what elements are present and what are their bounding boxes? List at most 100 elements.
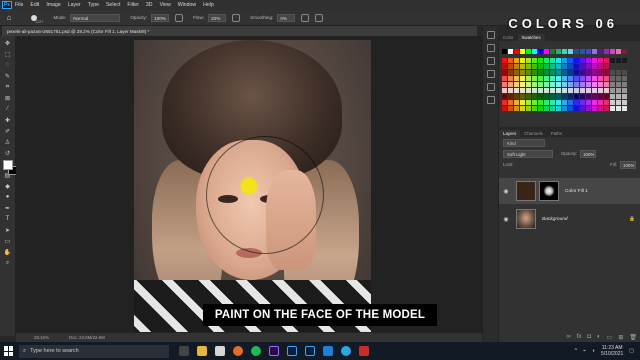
swatch[interactable]: [532, 106, 537, 111]
swatch[interactable]: [568, 94, 573, 99]
swatch[interactable]: [604, 64, 609, 69]
swatch[interactable]: [604, 49, 609, 54]
swatch[interactable]: [520, 49, 525, 54]
swatch[interactable]: [622, 58, 627, 63]
swatch[interactable]: [622, 106, 627, 111]
layer-kind-filter[interactable]: Kind: [503, 138, 545, 147]
swatch[interactable]: [508, 70, 513, 75]
properties-panel-icon[interactable]: [486, 57, 495, 65]
swatch[interactable]: [598, 64, 603, 69]
swatch[interactable]: [502, 100, 507, 105]
swatch[interactable]: [610, 58, 615, 63]
dodge-tool-icon[interactable]: ●: [3, 193, 13, 201]
lock-icon[interactable]: 🔒: [629, 217, 635, 222]
layer-opacity-field[interactable]: 100%: [580, 149, 597, 158]
swatch[interactable]: [604, 106, 609, 111]
swatch[interactable]: [604, 58, 609, 63]
photoshop-taskbar-icon[interactable]: [305, 346, 315, 356]
opacity-field[interactable]: 100%: [151, 13, 170, 22]
color-panel-icon[interactable]: [486, 31, 495, 39]
menu-window[interactable]: Window: [178, 2, 196, 8]
pressure-opacity-icon[interactable]: [175, 13, 184, 22]
swatch[interactable]: [616, 76, 621, 81]
swatch[interactable]: [520, 100, 525, 105]
swatch[interactable]: [508, 76, 513, 81]
lightroom-icon[interactable]: [287, 346, 297, 356]
file-explorer-icon[interactable]: [197, 346, 207, 356]
store-icon[interactable]: [215, 346, 225, 356]
swatch[interactable]: [562, 64, 567, 69]
swatch[interactable]: [562, 88, 567, 93]
swatch[interactable]: [526, 70, 531, 75]
swatch[interactable]: [550, 94, 555, 99]
swatch[interactable]: [568, 49, 573, 54]
swatch[interactable]: [574, 70, 579, 75]
swatch[interactable]: [598, 94, 603, 99]
swatch[interactable]: [556, 88, 561, 93]
move-tool-icon[interactable]: ✥: [3, 39, 13, 47]
swatch[interactable]: [544, 76, 549, 81]
swatch[interactable]: [604, 100, 609, 105]
swatch[interactable]: [592, 64, 597, 69]
home-icon[interactable]: ⌂: [3, 12, 15, 24]
swatch[interactable]: [610, 82, 615, 87]
swatch[interactable]: [610, 94, 615, 99]
swatch[interactable]: [514, 100, 519, 105]
tray-chevron-icon[interactable]: ^: [575, 348, 577, 354]
clock[interactable]: 11:23 AM 5/10/2021: [601, 345, 623, 357]
swatch[interactable]: [514, 49, 519, 54]
swatch[interactable]: [556, 82, 561, 87]
swatch[interactable]: [580, 64, 585, 69]
swatch[interactable]: [550, 58, 555, 63]
swatch[interactable]: [598, 76, 603, 81]
swatch[interactable]: [622, 88, 627, 93]
character-panel-icon[interactable]: [486, 96, 495, 104]
swatch[interactable]: [508, 49, 513, 54]
swatch[interactable]: [586, 64, 591, 69]
mode-select[interactable]: Normal: [70, 13, 121, 22]
swatch[interactable]: [616, 49, 621, 54]
swatch[interactable]: [538, 70, 543, 75]
adjustments-panel-icon[interactable]: [486, 70, 495, 78]
menu-help[interactable]: Help: [203, 2, 214, 8]
menu-3d[interactable]: 3D: [146, 2, 153, 8]
swatch[interactable]: [514, 88, 519, 93]
zoom-tool-icon[interactable]: ⌕: [3, 259, 13, 267]
swatch[interactable]: [526, 106, 531, 111]
swatch[interactable]: [616, 58, 621, 63]
swatch[interactable]: [622, 64, 627, 69]
tab-channels[interactable]: Channels: [520, 130, 547, 137]
swatch[interactable]: [580, 100, 585, 105]
swatch[interactable]: [586, 49, 591, 54]
swatch[interactable]: [598, 82, 603, 87]
mail-icon[interactable]: [323, 346, 333, 356]
swatch[interactable]: [538, 76, 543, 81]
swatch[interactable]: [580, 106, 585, 111]
adjustment-layer-icon[interactable]: ◐: [597, 334, 601, 340]
swatch[interactable]: [502, 88, 507, 93]
swatch[interactable]: [610, 70, 615, 75]
tab-layers[interactable]: Layers: [499, 130, 521, 137]
tab-color[interactable]: Color: [499, 34, 518, 41]
photoshop-logo-icon[interactable]: Ps: [2, 1, 12, 9]
swatch[interactable]: [562, 82, 567, 87]
swatch[interactable]: [610, 76, 615, 81]
swatch[interactable]: [586, 94, 591, 99]
blur-tool-icon[interactable]: ◆: [3, 182, 13, 190]
swatch[interactable]: [580, 58, 585, 63]
swatch[interactable]: [568, 100, 573, 105]
swatch[interactable]: [532, 64, 537, 69]
visibility-eye-icon[interactable]: ◉: [502, 188, 510, 195]
add-mask-icon[interactable]: ◘: [587, 334, 591, 340]
visibility-eye-icon[interactable]: ◉: [502, 216, 510, 223]
path-selection-tool-icon[interactable]: ➤: [3, 226, 13, 234]
swatch[interactable]: [562, 70, 567, 75]
swatch[interactable]: [556, 94, 561, 99]
swatch[interactable]: [526, 64, 531, 69]
swatch[interactable]: [592, 70, 597, 75]
shape-tool-icon[interactable]: ▭: [3, 237, 13, 245]
history-panel-icon[interactable]: [486, 44, 495, 52]
swatch[interactable]: [532, 76, 537, 81]
swatch[interactable]: [604, 70, 609, 75]
swatch[interactable]: [592, 76, 597, 81]
